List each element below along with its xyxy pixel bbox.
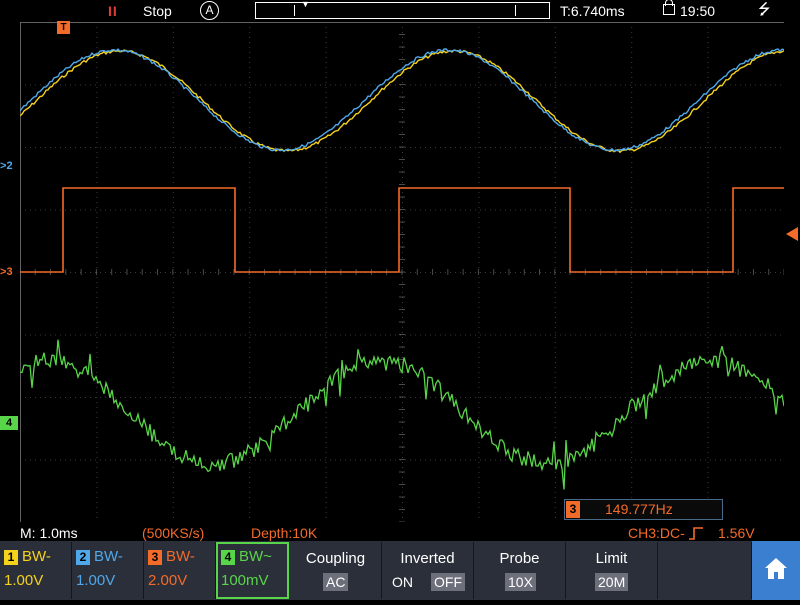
frequency-value: 149.777Hz	[605, 501, 673, 517]
home-button[interactable]	[752, 541, 800, 600]
trigger-mode-badge[interactable]: A	[200, 1, 219, 20]
ch4-bandwidth: BW~	[239, 548, 272, 565]
ch1-button[interactable]: 1 BW- 1.00V	[0, 542, 72, 599]
sample-rate-readout: (500KS/s)	[142, 525, 205, 541]
run-stop-indicator: II	[108, 3, 118, 19]
ch3-bandwidth: BW-	[166, 548, 195, 565]
ch4-marker-label: 4	[5, 417, 13, 429]
frequency-channel-badge: 3	[566, 501, 580, 518]
inverted-title: Inverted	[400, 550, 455, 567]
ch2-button[interactable]: 2 BW- 1.00V	[72, 542, 144, 599]
ch3-badge: 3	[148, 550, 162, 565]
waveform-display[interactable]	[20, 22, 784, 522]
inverted-on-option: ON	[392, 574, 413, 590]
memory-depth-readout: Depth:10K	[251, 525, 318, 541]
ch4-button[interactable]: 4 BW~ 100mV	[216, 542, 289, 599]
ch3-marker-label: 3	[6, 266, 13, 278]
trigger-marker-label: T	[60, 22, 67, 33]
limit-title: Limit	[595, 550, 628, 567]
trigger-level-marker[interactable]	[786, 227, 798, 241]
top-status-bar: II Stop A ▼ T:6.740ms 19:50 ⭍	[0, 0, 800, 22]
coupling-button[interactable]: Coupling AC	[290, 542, 382, 599]
ch1-volts-div: 1.00V	[4, 572, 44, 589]
ch3-volts-div: 2.00V	[148, 572, 188, 589]
ch4-badge: 4	[221, 550, 235, 565]
trigger-position-pointer: ▼	[301, 0, 310, 9]
coupling-value: AC	[323, 573, 349, 591]
frequency-counter: 3 149.777Hz	[564, 499, 723, 520]
trigger-source-readout: CH3:DC-	[628, 525, 685, 541]
inverted-off-option: OFF	[431, 573, 465, 591]
ch2-volts-div: 1.00V	[76, 572, 116, 589]
lock-icon	[663, 0, 675, 15]
ch2-badge: 2	[76, 550, 90, 565]
home-icon	[765, 558, 787, 579]
usb-icon: ⭍	[758, 1, 771, 18]
coupling-title: Coupling	[305, 550, 366, 567]
limit-value: 20M	[595, 573, 629, 591]
memory-view-window	[294, 5, 516, 16]
ch1-badge: 1	[4, 550, 18, 565]
trigger-position-marker[interactable]: T	[57, 21, 70, 34]
trigger-level-readout: 1.56V	[718, 525, 755, 541]
trigger-time-readout: T:6.740ms	[560, 3, 625, 19]
ch1-bandwidth: BW-	[22, 548, 51, 565]
ch3-offset-marker[interactable]: >3	[0, 265, 13, 279]
ch4-volts-div: 100mV	[221, 572, 269, 589]
probe-button[interactable]: Probe 10X	[474, 542, 566, 599]
probe-value: 10X	[505, 573, 536, 591]
inverted-button[interactable]: Inverted ON OFF	[382, 542, 474, 599]
ch3-button[interactable]: 3 BW- 2.00V	[144, 542, 216, 599]
rising-edge-icon	[689, 527, 703, 540]
run-state-label[interactable]: Stop	[143, 2, 172, 20]
bottom-menu-bar: 1 BW- 1.00V 2 BW- 1.00V 3 BW- 2.00V 4 BW…	[0, 541, 800, 600]
clock: 19:50	[680, 3, 716, 19]
ch2-marker-label: 2	[6, 160, 13, 172]
timebase-readout: M: 1.0ms	[20, 525, 78, 541]
memory-depth-bar: ▼	[255, 0, 550, 19]
ch4-offset-marker[interactable]: 4	[0, 416, 18, 430]
ch2-bandwidth: BW-	[94, 548, 123, 565]
probe-title: Probe	[499, 550, 540, 567]
ch2-offset-marker[interactable]: >2	[0, 159, 13, 173]
empty-menu-slot	[658, 542, 752, 599]
bandwidth-limit-button[interactable]: Limit 20M	[566, 542, 658, 599]
